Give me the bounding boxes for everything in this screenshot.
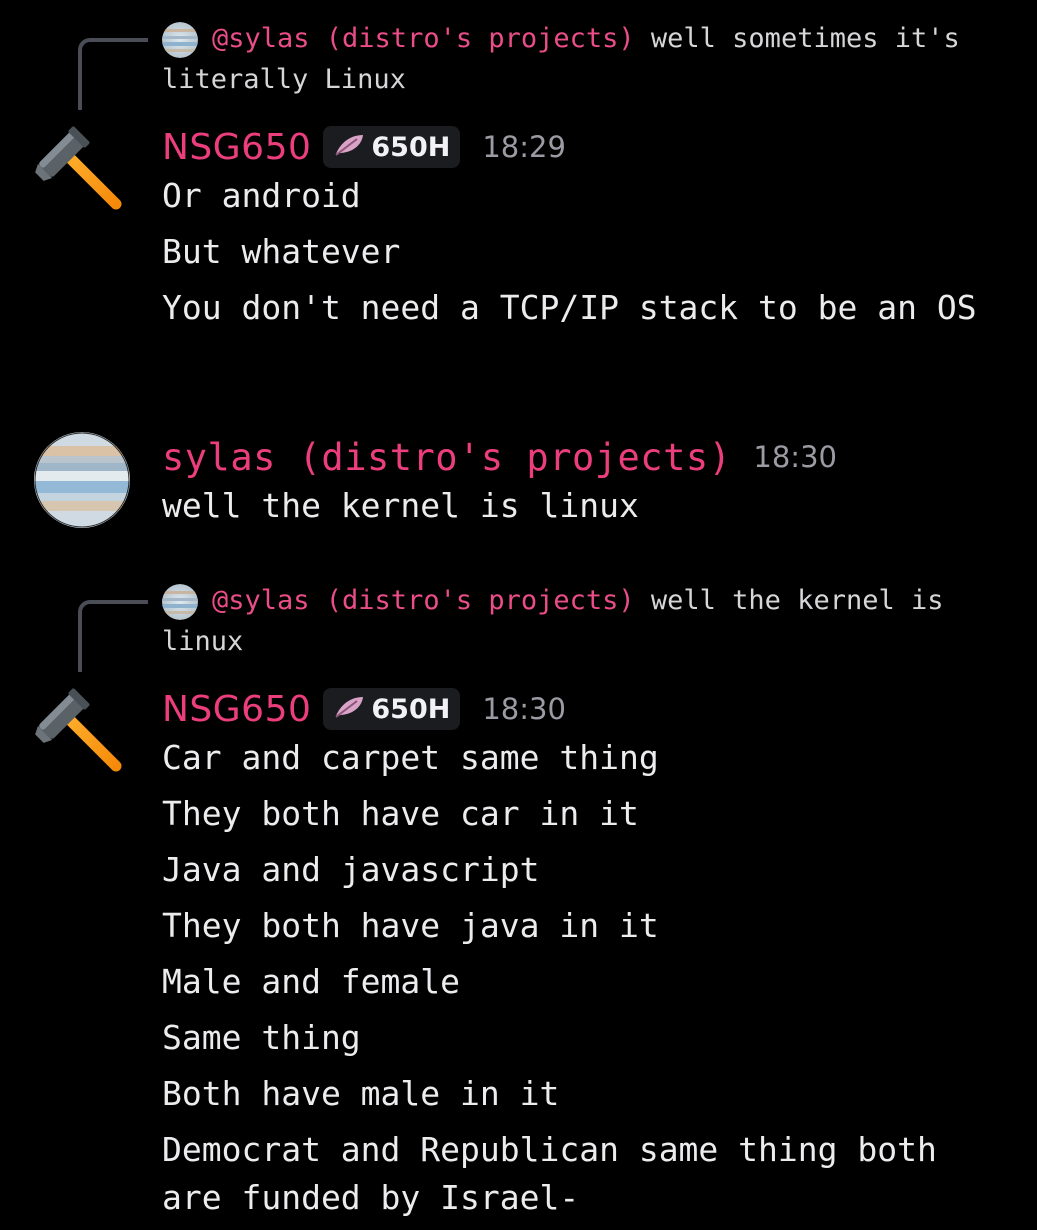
jupiter-avatar[interactable] [34,432,130,528]
guild-tag-label: 650H [371,131,451,163]
reply-spine [78,38,148,110]
guild-tag[interactable]: 650H [323,126,461,168]
message-line: Same thing [162,1018,361,1057]
message-line: well the kernel is linux [162,486,639,525]
guild-tag-label: 650H [371,693,451,725]
author-name[interactable]: NSG650 [162,689,311,730]
message-line: Java and javascript [162,850,540,889]
message-line: Democrat and Republican same thing both … [162,1130,937,1217]
reply-context[interactable]: @sylas (distro's projects) well the kern… [0,562,1037,672]
author-name[interactable]: NSG650 [162,127,311,168]
message-line: You don't need a TCP/IP stack to be an O… [162,288,977,327]
hammer-icon[interactable] [30,122,124,216]
message-line: But whatever [162,232,401,271]
reply-text: @sylas (distro's projects) well sometime… [162,18,982,100]
message-line: Both have male in it [162,1074,560,1113]
reply-spine [78,600,148,672]
message-line: They both have java in it [162,906,659,945]
feather-icon [333,694,365,724]
guild-tag[interactable]: 650H [323,688,461,730]
feather-icon [333,132,365,162]
timestamp: 18:30 [482,692,566,726]
author-name[interactable]: sylas (distro's projects) [162,436,731,479]
hammer-icon[interactable] [30,684,124,778]
reply-text: @sylas (distro's projects) well the kern… [162,580,982,662]
message-lines: Or android But whatever You don't need a… [162,172,1002,340]
reply-mention[interactable]: @sylas (distro's projects) [212,23,635,54]
reply-mention[interactable]: @sylas (distro's projects) [212,585,635,616]
message-header: sylas (distro's projects) 18:30 [162,434,837,480]
timestamp: 18:30 [753,440,837,474]
message-line: They both have car in it [162,794,639,833]
message-lines: Car and carpet same thing They both have… [162,734,1002,1230]
message-line: Or android [162,176,361,215]
message-header: NSG650 650H 18:30 [162,686,566,732]
message-header: NSG650 650H 18:29 [162,124,566,170]
timestamp: 18:29 [482,130,566,164]
reply-context[interactable]: @sylas (distro's projects) well sometime… [0,0,1037,110]
message-lines: well the kernel is linux [162,482,1002,538]
message-line: Car and carpet same thing [162,738,659,777]
message-line: Male and female [162,962,461,1001]
